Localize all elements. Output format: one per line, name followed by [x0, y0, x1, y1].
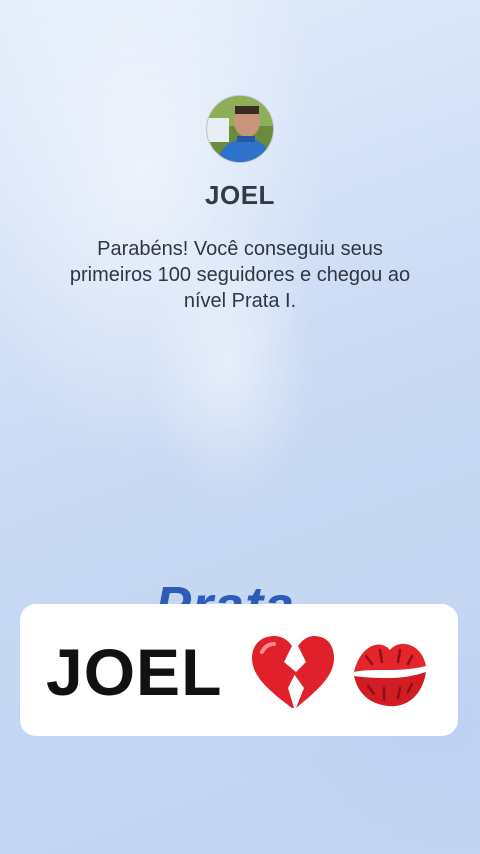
kiss-mark-icon: [354, 643, 426, 707]
avatar-photo: [207, 96, 273, 162]
caption-overlay: JOEL: [20, 604, 458, 736]
broken-heart-icon: [252, 636, 334, 708]
caption-text: JOEL: [46, 635, 223, 709]
avatar: [206, 95, 274, 163]
profile-username: JOEL: [205, 180, 275, 210]
congrats-message: Parabéns! Você conseguiu seus primeiros …: [69, 238, 411, 312]
